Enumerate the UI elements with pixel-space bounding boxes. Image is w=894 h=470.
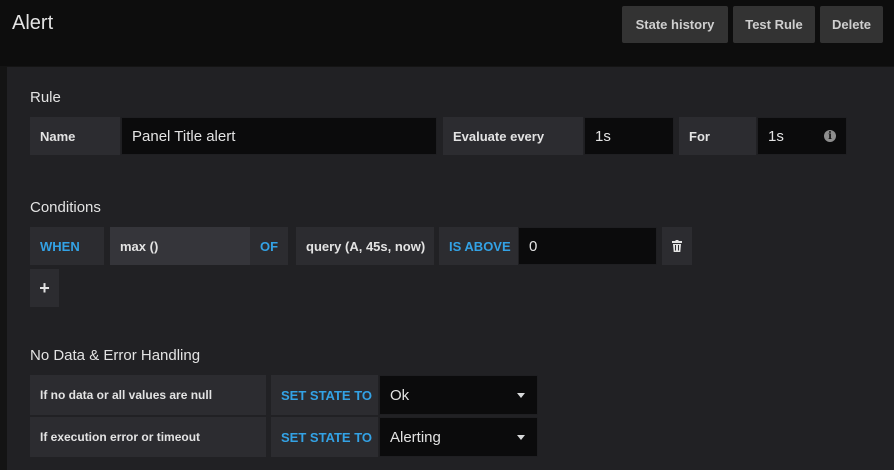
evaluate-every-input[interactable]: 1s: [584, 117, 674, 155]
state-history-button[interactable]: State history: [622, 6, 728, 43]
no-data-state-select[interactable]: Ok: [379, 375, 538, 415]
rule-name-input[interactable]: Panel Title alert: [121, 117, 437, 155]
error-state-value: Alerting: [390, 428, 441, 446]
when-keyword: WHEN: [30, 227, 104, 265]
error-label: If execution error or timeout: [30, 417, 266, 457]
rule-section-title: Rule: [30, 89, 61, 106]
add-condition-button[interactable]: +: [30, 269, 59, 307]
of-keyword: OF: [250, 227, 288, 265]
query-selector[interactable]: query (A, 45s, now): [296, 227, 434, 265]
evaluate-every-label: Evaluate every: [443, 117, 583, 155]
conditions-section-title: Conditions: [30, 199, 101, 216]
no-data-set-state-keyword: SET STATE TO: [271, 375, 378, 415]
delete-button[interactable]: Delete: [820, 6, 883, 43]
error-set-state-keyword: SET STATE TO: [271, 417, 378, 457]
error-state-select[interactable]: Alerting: [379, 417, 538, 457]
evaluator-selector[interactable]: IS ABOVE: [439, 227, 518, 265]
no-data-section-title: No Data & Error Handling: [30, 347, 201, 364]
no-data-state-value: Ok: [390, 386, 410, 404]
for-label: For: [679, 117, 756, 155]
caret-down-icon: [517, 435, 525, 440]
for-input[interactable]: 1s i: [757, 117, 847, 155]
page-header: Alert State history Test Rule Delete: [0, 0, 894, 66]
reducer-selector[interactable]: max (): [110, 227, 250, 265]
name-label: Name: [30, 117, 120, 155]
delete-condition-button[interactable]: [662, 227, 692, 265]
test-rule-button[interactable]: Test Rule: [733, 6, 815, 43]
no-data-label: If no data or all values are null: [30, 375, 266, 415]
page-title: Alert: [12, 12, 54, 34]
threshold-input[interactable]: 0: [518, 227, 657, 265]
info-icon[interactable]: i: [824, 130, 836, 142]
for-value: 1s: [768, 127, 784, 145]
caret-down-icon: [517, 393, 525, 398]
plus-icon: +: [39, 277, 50, 298]
trash-icon: [672, 240, 682, 252]
